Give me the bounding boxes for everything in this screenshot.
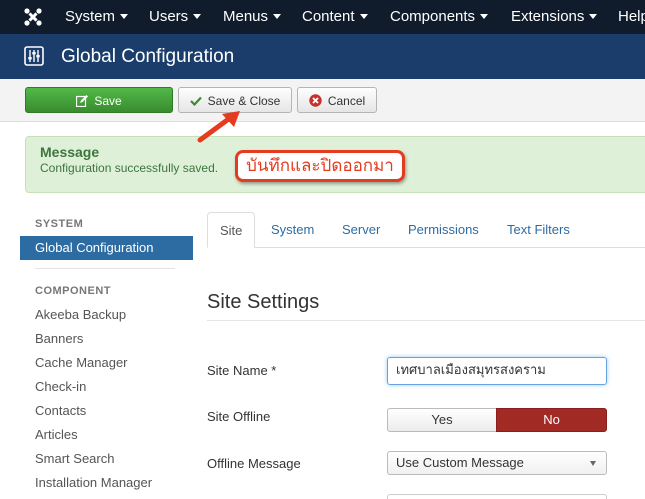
menu-users-label: Users <box>149 8 189 25</box>
page-header: Global Configuration <box>0 34 645 79</box>
sidebar-item-installation-manager[interactable]: Installation Manager <box>35 475 152 490</box>
sidebar-item-akeeba-backup[interactable]: Akeeba Backup <box>35 307 126 322</box>
cancel-button-label: Cancel <box>327 93 366 108</box>
menu-content[interactable]: Content <box>302 0 368 34</box>
chevron-down-icon <box>589 14 598 19</box>
offline-message-value: Use Custom Message <box>396 455 524 470</box>
site-offline-label: Site Offline <box>207 409 271 424</box>
chevron-down-icon <box>480 14 489 19</box>
alert-title: Message <box>40 144 100 160</box>
section-divider <box>207 320 645 321</box>
alert-text: Configuration successfully saved. <box>40 161 219 175</box>
site-offline-no-button[interactable]: No <box>496 408 607 432</box>
sidebar-divider <box>35 268 175 269</box>
menu-content-label: Content <box>302 8 355 25</box>
page-title: Global Configuration <box>61 46 235 67</box>
menu-menus-label: Menus <box>223 8 269 25</box>
menu-extensions[interactable]: Extensions <box>511 0 598 34</box>
sidebar-item-contacts[interactable]: Contacts <box>35 403 86 418</box>
sidebar-item-articles[interactable]: Articles <box>35 427 78 442</box>
chevron-down-icon <box>590 461 596 466</box>
edit-icon <box>76 94 89 107</box>
cancel-button[interactable]: Cancel <box>297 87 377 113</box>
offline-message-select[interactable]: Use Custom Message <box>387 451 607 475</box>
sidebar-item-cache-manager[interactable]: Cache Manager <box>35 355 128 370</box>
toolbar: Save Save & Close Cancel <box>0 79 645 122</box>
menu-extensions-label: Extensions <box>511 8 585 25</box>
menu-system[interactable]: System <box>65 0 129 34</box>
offline-message-label: Offline Message <box>207 456 301 471</box>
chevron-down-icon <box>273 14 282 19</box>
cancel-icon <box>309 94 322 108</box>
menu-help-label: Help <box>618 8 645 25</box>
site-name-input[interactable]: เทศบาลเมืองสมุทรสงคราม <box>387 357 607 385</box>
next-field-input[interactable] <box>387 494 607 499</box>
menu-menus[interactable]: Menus <box>223 0 282 34</box>
tab-server[interactable]: Server <box>330 212 392 248</box>
chevron-down-icon <box>120 14 129 19</box>
sidebar-heading-component: COMPONENT <box>35 285 111 297</box>
annotation-callout: บันทึกและปิดออกมา <box>235 150 405 182</box>
sidebar-item-global-configuration[interactable]: Global Configuration <box>20 236 193 260</box>
checkmark-icon <box>189 96 202 106</box>
sidebar-item-smart-search[interactable]: Smart Search <box>35 451 114 466</box>
site-name-label: Site Name * <box>207 363 277 378</box>
menu-components[interactable]: Components <box>390 0 489 34</box>
chevron-down-icon <box>193 14 202 19</box>
menu-help[interactable]: Help <box>618 0 645 34</box>
tab-text-filters[interactable]: Text Filters <box>495 212 582 248</box>
admin-menu-bar: System Users Menus Content Components Ex… <box>0 0 645 34</box>
site-offline-yes-button[interactable]: Yes <box>387 408 497 432</box>
sidebar-item-check-in[interactable]: Check-in <box>35 379 86 394</box>
sidebar-heading-system: SYSTEM <box>35 218 84 230</box>
menu-components-label: Components <box>390 8 476 25</box>
menu-system-label: System <box>65 8 116 25</box>
sliders-icon <box>24 46 44 66</box>
sidebar-item-banners[interactable]: Banners <box>35 331 83 346</box>
annotation-arrow-icon <box>197 111 240 143</box>
joomla-logo-icon[interactable] <box>22 6 44 28</box>
menu-users[interactable]: Users <box>149 0 202 34</box>
tab-site[interactable]: Site <box>207 212 256 248</box>
save-button-label: Save <box>94 93 122 108</box>
section-title: Site Settings <box>207 291 320 313</box>
tab-permissions[interactable]: Permissions <box>396 212 491 248</box>
tab-system[interactable]: System <box>259 212 326 248</box>
save-button[interactable]: Save <box>25 87 173 113</box>
chevron-down-icon <box>359 14 368 19</box>
save-close-button-label: Save & Close <box>207 93 281 108</box>
